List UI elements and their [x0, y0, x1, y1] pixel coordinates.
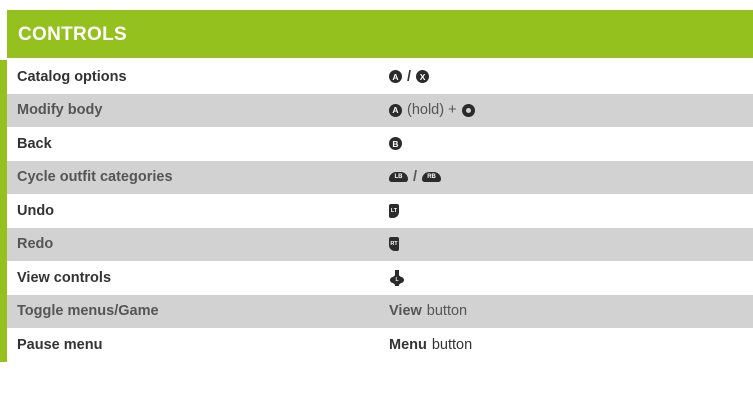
action-label: View controls — [17, 269, 112, 286]
table-row: Pause menu Menu button — [0, 328, 753, 362]
controls-table: Catalog options A / X Modify body A (hold) + Ba… — [0, 60, 753, 362]
left-stick-click-icon: L — [389, 269, 405, 286]
table-row: Toggle menus/Game View button — [0, 294, 753, 329]
control-cell: A (hold) + — [389, 94, 475, 128]
control-cell: B — [389, 127, 402, 161]
control-cell: LT — [389, 194, 399, 228]
table-row: Undo LT — [0, 194, 753, 228]
control-cell: LB / RB — [389, 161, 442, 195]
b-button-icon: B — [389, 137, 402, 151]
action-label: Redo — [17, 236, 54, 253]
controls-title: CONTROLS — [18, 24, 128, 45]
control-cell: A / X — [389, 60, 430, 94]
action-label: Cycle outfit categories — [17, 169, 173, 186]
action-label: Back — [17, 135, 52, 152]
rt-trigger-icon: RT — [389, 237, 399, 252]
rb-bumper-icon: RB — [422, 172, 442, 183]
control-text: View — [389, 303, 422, 320]
control-text: button — [426, 303, 468, 320]
action-label: Undo — [17, 202, 55, 219]
table-row: Cycle outfit categories LB / RB — [0, 160, 753, 195]
table-row: Back B — [0, 127, 753, 161]
action-label: Toggle menus/Game — [17, 303, 159, 320]
control-cell: L — [389, 261, 405, 295]
lb-bumper-icon: LB — [389, 172, 408, 183]
table-row: Catalog options A / X — [0, 60, 753, 94]
lt-trigger-icon: LT — [389, 203, 399, 218]
control-text: / — [413, 169, 418, 186]
a-button-icon: A — [389, 70, 402, 84]
control-text: Menu — [389, 336, 427, 353]
control-text: button — [431, 336, 473, 353]
table-row: Modify body A (hold) + — [0, 93, 753, 128]
table-row: View controls L — [0, 261, 753, 295]
controls-header: CONTROLS — [7, 10, 753, 58]
table-row: Redo RT — [0, 227, 753, 262]
control-text: (hold) + — [407, 102, 457, 119]
action-label: Modify body — [17, 102, 103, 119]
control-cell: Menu button — [389, 328, 472, 362]
stick-letter: L — [392, 274, 402, 285]
left-stick-icon — [461, 103, 475, 117]
action-label: Catalog options — [17, 68, 127, 85]
a-button-icon: A — [389, 103, 402, 117]
x-button-icon: X — [416, 70, 430, 84]
action-label: Pause menu — [17, 336, 103, 353]
control-cell: RT — [389, 228, 399, 262]
control-cell: View button — [389, 295, 467, 329]
control-text: / — [407, 68, 412, 85]
controls-panel: CONTROLS Catalog options A / X Modify body A (… — [0, 0, 753, 401]
